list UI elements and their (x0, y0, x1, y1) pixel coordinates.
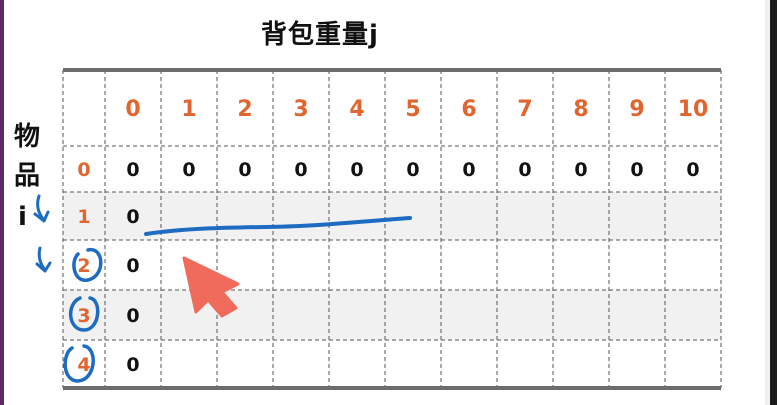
column-header: 5 (405, 97, 420, 122)
column-header: 6 (461, 97, 476, 122)
column-header: 0 (125, 97, 140, 122)
cell-value: 0 (462, 159, 475, 181)
column-header: 4 (349, 97, 364, 122)
cell-value: 0 (350, 159, 363, 181)
row-label: 2 (77, 255, 90, 277)
column-header: 1 (181, 97, 196, 122)
column-header: 9 (629, 97, 644, 122)
column-header: 10 (678, 97, 709, 122)
cell-value: 0 (126, 354, 139, 376)
column-header: 8 (573, 97, 588, 122)
cell-value: 0 (574, 159, 587, 181)
cell-value: 0 (182, 159, 195, 181)
cell-value: 0 (126, 206, 139, 228)
cell-value: 0 (518, 159, 531, 181)
row-label: 0 (77, 159, 90, 181)
shaded-row (63, 290, 721, 340)
cell-value: 0 (238, 159, 251, 181)
cell-value: 0 (294, 159, 307, 181)
cell-value: 0 (406, 159, 419, 181)
column-header: 2 (237, 97, 252, 122)
cell-value: 0 (630, 159, 643, 181)
cell-value: 0 (126, 255, 139, 277)
down-arrow-icon (35, 246, 52, 273)
row-label: 3 (77, 305, 90, 327)
down-arrow-icon (33, 194, 50, 223)
column-header: 3 (293, 97, 308, 122)
cell-value: 0 (126, 305, 139, 327)
dp-table: 0 1 2 3 4 5 6 7 8 9 100 0 0 0 0 0 0 0 0 0 0 01 02 03 04 0 (33, 68, 722, 390)
row-label: 1 (77, 206, 90, 228)
cell-value: 0 (126, 159, 139, 181)
column-header: 7 (517, 97, 532, 122)
cell-value: 0 (686, 159, 699, 181)
